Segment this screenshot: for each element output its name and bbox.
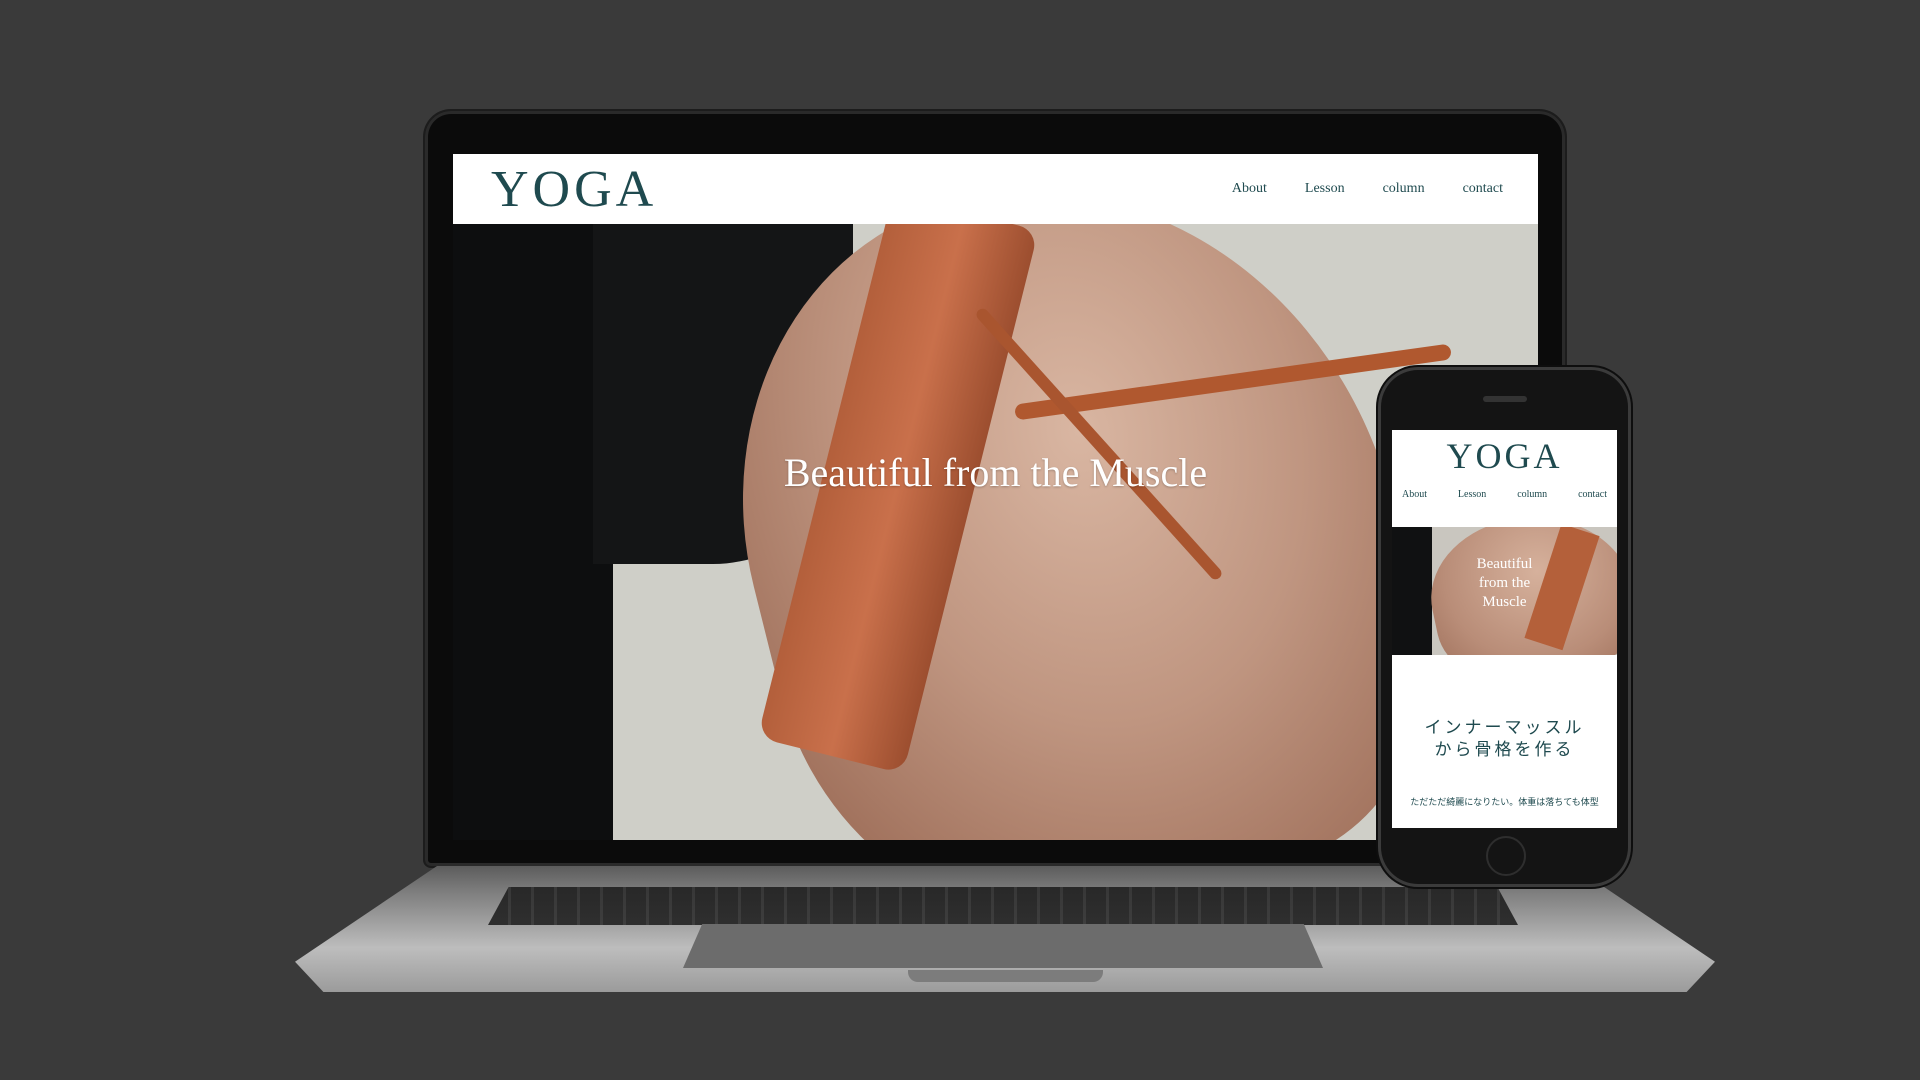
mobile-hero-title-line-3: Muscle bbox=[1482, 594, 1527, 610]
nav-contact[interactable]: contact bbox=[1463, 181, 1503, 197]
laptop-notch bbox=[908, 970, 1103, 982]
mobile-nav: About Lesson column contact bbox=[1392, 489, 1617, 500]
mobile-hero-title: Beautiful from the Muscle bbox=[1392, 555, 1617, 612]
laptop-screen: YOGA About Lesson column contact Beautif… bbox=[453, 154, 1538, 840]
phone-speaker bbox=[1483, 396, 1527, 402]
mobile-logo[interactable]: YOGA bbox=[1392, 435, 1617, 477]
site-header: YOGA About Lesson column contact bbox=[453, 154, 1538, 224]
laptop-keyboard bbox=[488, 887, 1518, 925]
mobile-hero-title-line-2: from the bbox=[1478, 575, 1531, 591]
mobile-nav-column[interactable]: column bbox=[1517, 489, 1547, 500]
hero-image-shadow bbox=[453, 224, 613, 840]
mobile-section-heading-line-1: インナーマッスル bbox=[1424, 718, 1585, 738]
hero-title: Beautiful from the Muscle bbox=[783, 450, 1208, 495]
hero-image-body bbox=[675, 224, 1471, 840]
mobile-nav-contact[interactable]: contact bbox=[1578, 489, 1607, 500]
mobile-section-heading-line-2: から骨格を作る bbox=[1434, 740, 1575, 760]
nav-about[interactable]: About bbox=[1232, 181, 1267, 197]
phone-home-button bbox=[1486, 836, 1526, 876]
mobile-section-heading: インナーマッスル から骨格を作る bbox=[1392, 717, 1617, 761]
mobile-nav-lesson[interactable]: Lesson bbox=[1458, 489, 1486, 500]
mobile-intro-section: インナーマッスル から骨格を作る ただただ綺麗になりたい。体重は落ちても体型 bbox=[1392, 655, 1617, 828]
mobile-hero: Beautiful from the Muscle bbox=[1392, 527, 1617, 655]
nav-column[interactable]: column bbox=[1383, 181, 1425, 197]
site-logo[interactable]: YOGA bbox=[491, 160, 657, 219]
phone-screen: YOGA About Lesson column contact Beautif… bbox=[1392, 430, 1617, 828]
mobile-nav-about[interactable]: About bbox=[1402, 489, 1427, 500]
nav-lesson[interactable]: Lesson bbox=[1305, 181, 1345, 197]
hero-section: Beautiful from the Muscle bbox=[453, 224, 1538, 840]
mobile-section-body: ただただ綺麗になりたい。体重は落ちても体型 bbox=[1410, 798, 1599, 808]
laptop-trackpad bbox=[683, 924, 1323, 968]
main-nav: About Lesson column contact bbox=[1232, 181, 1503, 197]
mobile-hero-title-line-1: Beautiful bbox=[1476, 556, 1533, 572]
